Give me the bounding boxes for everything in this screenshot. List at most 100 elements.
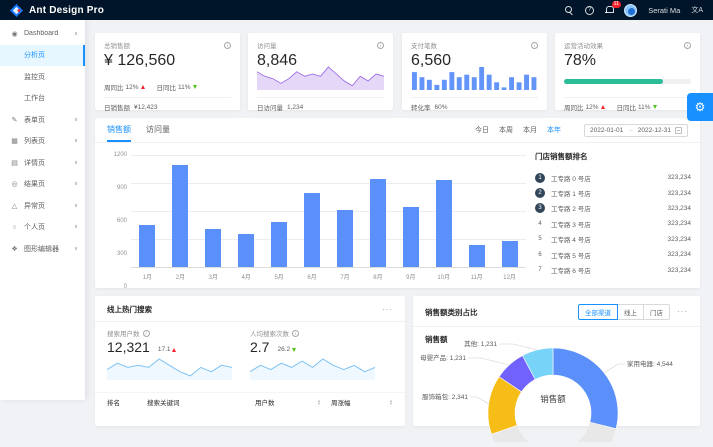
store-name: 工专路 5 号店 [551,252,591,260]
caret-up-icon [600,105,605,109]
payments-mini-bar-chart [411,65,538,95]
chevron-down-icon: ∨ [73,181,78,188]
store-value: 323,234 [667,266,692,274]
footer-value: ¥12,423 [134,103,158,111]
metric-search-users: 搜索用户数 i 12,321 17.1 [106,328,250,385]
rank-badge: 2 [535,188,545,199]
notification-bell[interactable]: 11 [605,1,622,14]
caret-up-icon [140,85,145,89]
info-icon[interactable]: i [292,329,299,337]
tab-sales[interactable]: 销售额 [107,118,131,142]
rank-badge: 3 [535,203,545,214]
bar [205,228,222,267]
sidebar-item[interactable]: ◉ Dashboard ∧ [0,23,85,45]
translate-icon[interactable]: 文A [691,5,703,15]
store-value: 323,234 [667,251,692,259]
info-icon[interactable]: i [684,41,691,49]
chevron-down-icon: ∨ [73,202,78,209]
sidebar-item[interactable]: ▤ 详情页 ∨ [0,152,85,174]
question-circle-icon[interactable]: ? [585,5,595,15]
sidebar-item[interactable]: ✎ 表单页 ∨ [0,109,85,131]
col-rank[interactable]: 排名 [107,397,147,407]
store-name: 工专路 4 号店 [551,237,591,245]
store-value: 323,234 [667,220,692,228]
trend-wow: 周同比 12% [104,82,145,92]
store-name: 工专路 0 号店 [551,175,591,183]
editor-icon: ❖ [11,245,18,253]
metric-value: 12,321 [107,339,150,355]
stat-card-total-sales: 总销售额 i ¥ 126,560 周同比 12% 日同比 11% 日销售额 ¥1… [95,33,240,112]
store-value: 323,234 [667,174,692,182]
theme-setting-button[interactable]: ⚙ [687,93,713,121]
sales-trend-panel: 销售额 访问量 今日 本周 本月 本年 2022-01-01 → 2022-12… [95,118,700,290]
chevron-down-icon: ∨ [73,138,78,145]
store-name: 工专路 2 号店 [551,206,591,214]
trend-dod: 日同比 11% [617,102,657,112]
info-icon[interactable]: i [377,41,384,49]
sidebar-item[interactable]: ❖ 图形编辑器 ∨ [0,238,85,260]
metric-trend: 17.1 [158,346,177,353]
sidebar-item[interactable]: 工作台 [0,88,85,110]
sidebar-item[interactable]: ◎ 结果页 ∨ [0,174,85,196]
caret-down-icon [192,85,197,89]
info-icon[interactable]: i [142,329,150,337]
search-users-sparkline [106,356,236,385]
metric-trend: 26.2 [277,346,297,353]
channel-store[interactable]: 门店 [643,304,670,320]
bar [271,222,288,267]
ellipsis-menu-icon[interactable]: ··· [677,308,688,316]
col-keyword[interactable]: 搜索关键词 [147,397,255,407]
svg-text:母婴产品: 1,231: 母婴产品: 1,231 [420,353,466,362]
chevron-down-icon: ∨ [73,245,78,252]
footer-value: 1,234 [287,103,304,111]
sidebar-item[interactable]: 分析页 [0,44,85,66]
range-year[interactable]: 本年 [547,125,561,135]
info-icon[interactable]: i [224,41,231,49]
caret-down-icon [652,105,657,109]
col-growth[interactable]: 周涨幅 ▲ ▼ [331,397,393,407]
tab-visits[interactable]: 访问量 [146,118,170,142]
user-name[interactable]: Serati Ma [648,6,680,15]
stat-title: 运营活动效果 [564,43,603,50]
sidebar: ◉ Dashboard ∧ 分析页 监控页 工作台 ✎ 表单页 ∨ ▦ 列表页 ∨ ▤ 详情页 ∨ ◎ 结果页 ∨… [0,20,85,400]
sidebar-item[interactable]: △ 异常页 ∨ [0,195,85,217]
range-today[interactable]: 今日 [475,125,489,135]
footer-label: 日销售额 [104,105,130,112]
sidebar-item[interactable]: ○ 个人页 ∨ [0,217,85,239]
store-value: 323,234 [667,189,692,197]
calendar-icon [675,126,682,134]
hot-search-panel: 线上热门搜索 ··· 搜索用户数 i 12,321 17.1 人均搜索次数 i [95,296,405,426]
search-icon[interactable] [565,5,574,15]
svg-text:其他: 1,231: 其他: 1,231 [464,339,497,348]
bar [139,225,156,267]
notification-badge: 11 [611,1,622,8]
metric-value: 2.7 [250,339,270,355]
range-week[interactable]: 本周 [499,125,513,135]
ranking-item: 7 工专路 6 号店 323,234 [535,262,691,277]
ranking-item: 4 工专路 3 号店 323,234 [535,216,691,231]
chevron-up-icon: ∧ [73,30,78,37]
bar [172,165,189,267]
avatar[interactable] [624,3,638,17]
visits-mini-area-chart [256,65,385,95]
info-icon[interactable]: i [531,41,538,49]
col-users[interactable]: 用户数 ▲ ▼ [255,397,331,407]
ranking-item: 5 工专路 4 号店 323,234 [535,232,691,247]
range-month[interactable]: 本月 [523,125,537,135]
settings-gear-icon: ⚙ [694,100,706,114]
sales-bar-chart: 1月 2月 3月 4月 5月 6月 7月 8月 9月 10月 11月 12月 0 300 600 900 12… [105,149,530,290]
caret-down-icon [292,347,297,352]
sidebar-item[interactable]: ▦ 列表页 ∨ [0,131,85,153]
ranking-list: 1 工专路 0 号店 323,234 2 工专路 1 号店 323,234 3 工专路 2 号… [535,170,691,278]
footer-label: 日访问量 [257,105,283,112]
sidebar-item[interactable]: 监控页 [0,66,85,88]
sidebar-menu: ◉ Dashboard ∧ 分析页 监控页 工作台 ✎ 表单页 ∨ ▦ 列表页 ∨ ▤ 详情页 ∨ ◎ 结果页 ∨… [0,23,85,260]
store-ranking: 门店销售额排名 1 工专路 0 号店 323,234 2 工专路 1 号店 323,234… [535,151,691,280]
account-icon: ○ [12,223,17,231]
channel-all[interactable]: 全部渠道 [578,304,618,320]
bar [501,241,518,267]
date-range-picker[interactable]: 2022-01-01 → 2022-12-31 [584,123,688,137]
ranking-item: 3 工专路 2 号店 323,234 [535,201,691,216]
channel-online[interactable]: 线上 [617,304,644,320]
ellipsis-menu-icon[interactable]: ··· [382,305,393,313]
